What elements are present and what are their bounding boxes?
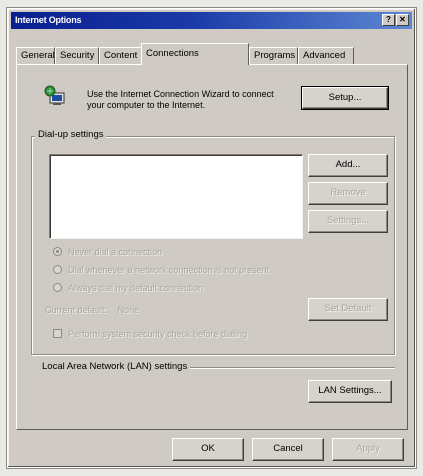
remove-button[interactable]: Remove xyxy=(308,182,388,205)
title-bar[interactable]: Internet Options ? ✕ xyxy=(11,12,412,29)
help-button[interactable]: ? xyxy=(382,14,395,26)
radio-dial-no-network-indicator[interactable] xyxy=(53,265,62,274)
setup-button-label: Setup... xyxy=(328,92,362,103)
apply-button[interactable]: Apply xyxy=(332,438,404,461)
set-default-button[interactable]: Set Default xyxy=(308,298,388,321)
current-default-value: None xyxy=(117,305,140,315)
tab-advanced[interactable]: Advanced xyxy=(298,47,354,64)
add-button[interactable]: Add... xyxy=(308,154,388,177)
window-title: Internet Options xyxy=(15,15,82,25)
ok-button-label: OK xyxy=(201,443,215,454)
settings-button[interactable]: Settings... xyxy=(308,210,388,233)
apply-button-label: Apply xyxy=(356,443,380,454)
tab-strip: General Security Content Connections Pro… xyxy=(16,43,408,65)
internet-options-dialog: Internet Options ? ✕ General Security Co… xyxy=(7,8,416,468)
lan-settings-label: Local Area Network (LAN) settings xyxy=(39,361,191,372)
security-check-checkbox[interactable] xyxy=(53,329,62,338)
security-check-row[interactable]: Perform system security check before dia… xyxy=(53,329,247,342)
radio-always-dial[interactable]: Always dial my default connection xyxy=(53,283,203,296)
lan-settings-button-label: LAN Settings... xyxy=(318,385,382,396)
tab-content[interactable]: Content xyxy=(99,47,143,64)
cancel-button-label: Cancel xyxy=(273,443,303,454)
settings-button-label: Settings... xyxy=(326,215,370,226)
set-default-button-label: Set Default xyxy=(324,303,372,314)
radio-never-dial-label: Never dial a connection xyxy=(68,247,163,257)
cancel-button[interactable]: Cancel xyxy=(252,438,324,461)
security-check-label: Perform system security check before dia… xyxy=(68,329,248,339)
close-button[interactable]: ✕ xyxy=(396,14,409,26)
remove-button-label: Remove xyxy=(330,187,366,198)
wizard-description: Use the Internet Connection Wizard to co… xyxy=(87,89,274,110)
radio-always-dial-label: Always dial my default connection xyxy=(68,283,204,293)
radio-never-dial-indicator[interactable] xyxy=(53,247,62,256)
current-default-label: Current default: xyxy=(45,305,108,315)
lan-settings-button[interactable]: LAN Settings... xyxy=(308,380,392,403)
tab-general[interactable]: General xyxy=(16,47,55,64)
radio-always-dial-indicator[interactable] xyxy=(53,283,62,292)
current-default-row: Current default: None xyxy=(45,305,139,318)
radio-dial-no-network[interactable]: Dial whenever a network connection is no… xyxy=(53,265,269,278)
dialup-connections-list[interactable] xyxy=(49,154,303,239)
connections-panel: Use the Internet Connection Wizard to co… xyxy=(16,64,408,430)
tab-programs[interactable]: Programs xyxy=(249,47,298,64)
ok-button[interactable]: OK xyxy=(172,438,244,461)
connection-wizard-icon xyxy=(44,85,65,105)
tab-connections[interactable]: Connections xyxy=(141,43,249,65)
dialup-settings-label: Dial-up settings xyxy=(35,129,107,140)
setup-button[interactable]: Setup... xyxy=(301,86,389,110)
radio-dial-no-network-label: Dial whenever a network connection is no… xyxy=(68,265,270,275)
radio-never-dial[interactable]: Never dial a connection xyxy=(53,247,162,260)
add-button-label: Add... xyxy=(335,159,361,170)
tab-security[interactable]: Security xyxy=(55,47,99,64)
